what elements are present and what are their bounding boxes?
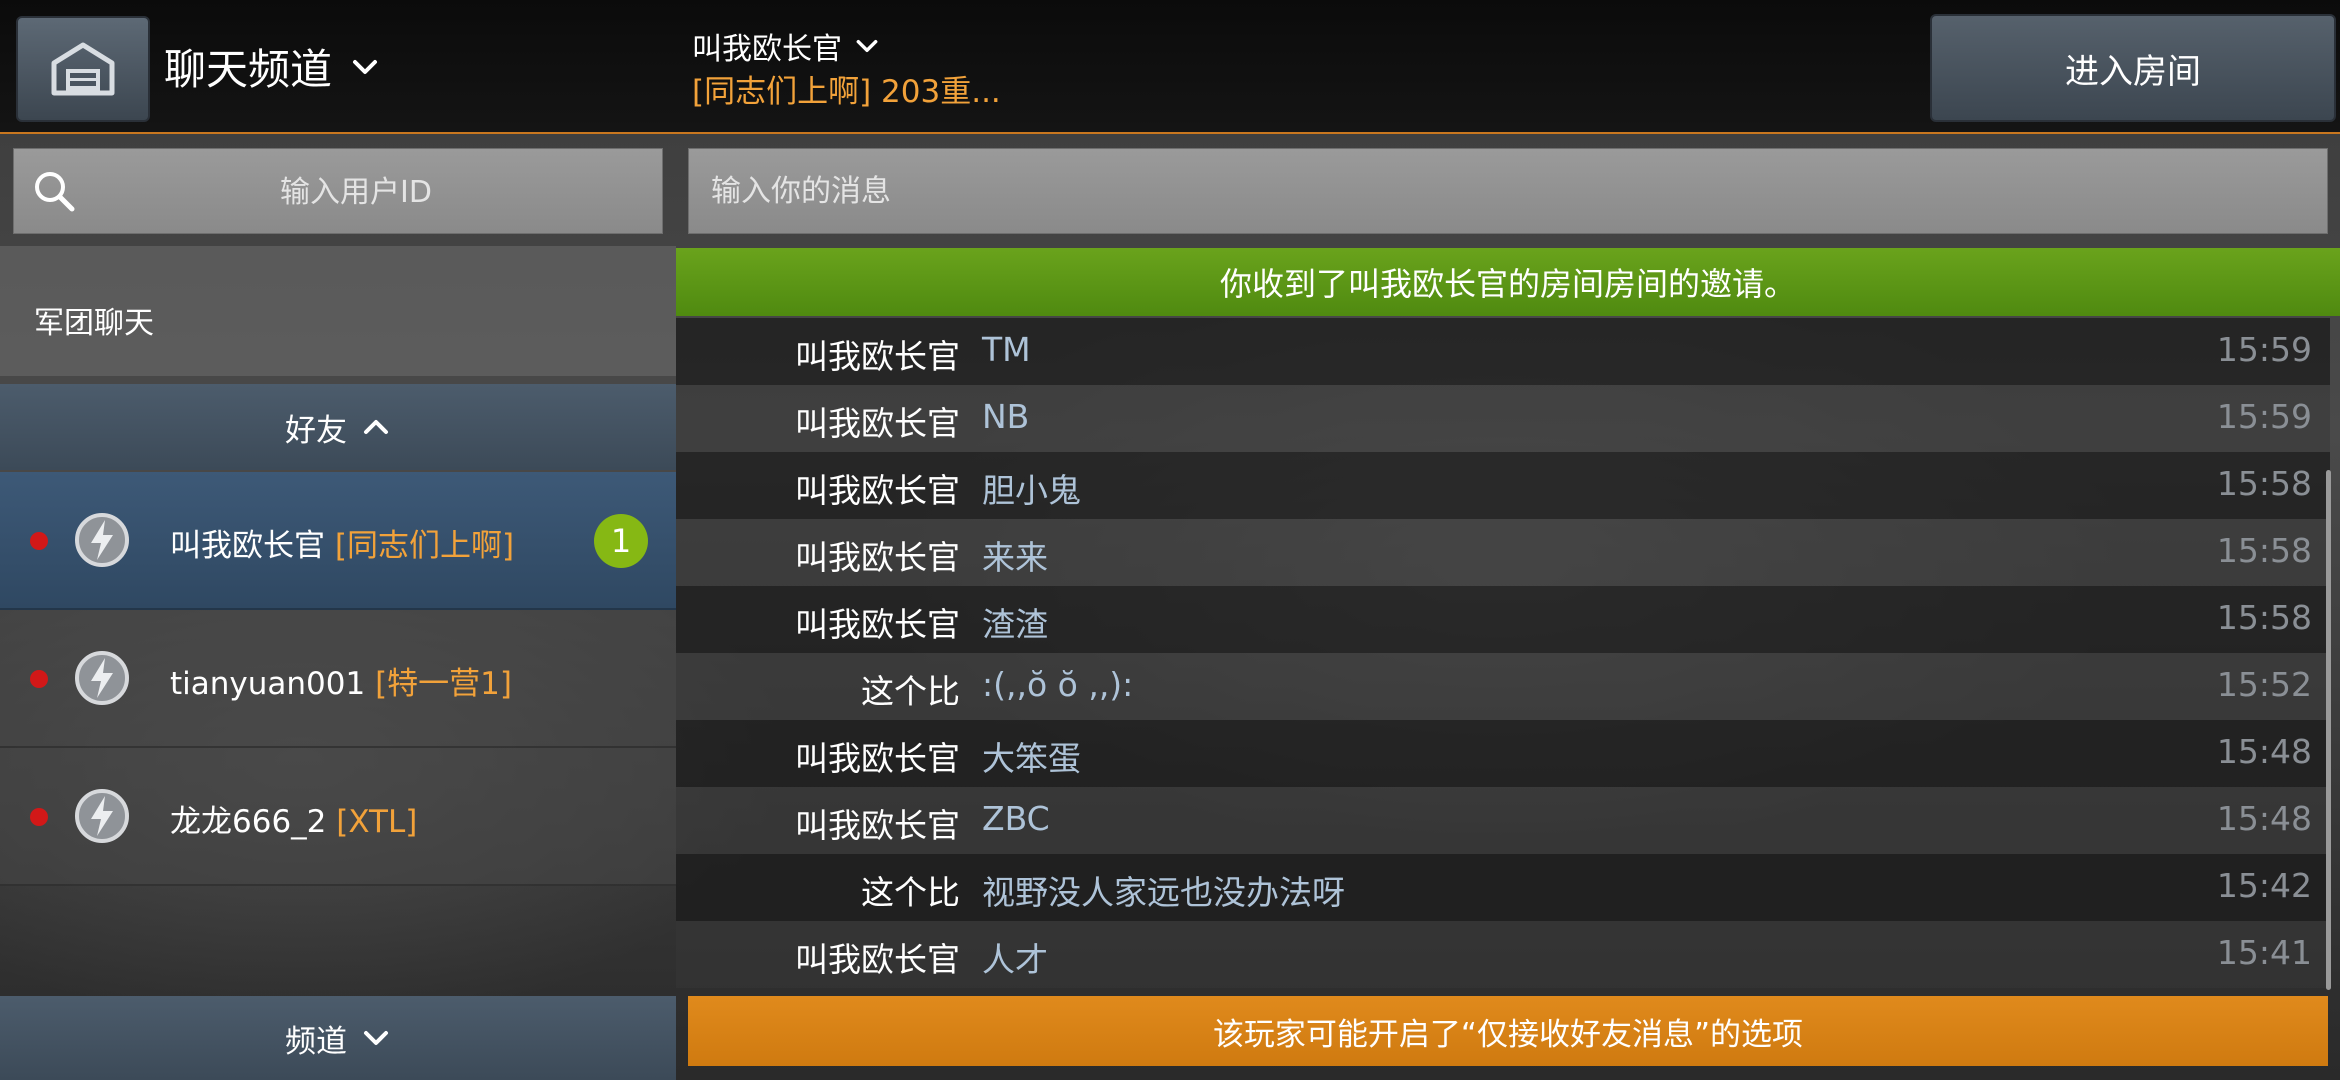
friends-label: 好友	[285, 412, 347, 449]
message-sender[interactable]: 叫我欧长官	[795, 799, 960, 847]
message-time: 15:58	[2216, 531, 2312, 570]
message-time: 15:48	[2216, 732, 2312, 771]
friend-name-line: 龙龙666_2 [XTL]	[170, 796, 417, 841]
message-text: 来来	[982, 538, 1048, 577]
message-list[interactable]: 叫我欧长官 TM 15:59 叫我欧长官 NB 15:59 叫我欧长官 胆小鬼 …	[676, 318, 2330, 994]
message-sender[interactable]: 叫我欧长官	[795, 933, 960, 981]
message-sender[interactable]: 叫我欧长官	[795, 531, 960, 579]
channel-selector[interactable]: 聊天频道	[164, 36, 380, 97]
warning-banner: 该玩家可能开启了“仅接收好友消息”的选项	[688, 996, 2328, 1066]
enter-room-button[interactable]: 进入房间	[1930, 14, 2336, 122]
message-row: 叫我欧长官 NB 15:59	[676, 385, 2330, 452]
user-search[interactable]	[13, 148, 663, 235]
message-text: :(,,ŏ ŏ ,,):	[982, 665, 1134, 704]
friend-clan-tag: [XTL]	[336, 804, 418, 840]
message-sender[interactable]: 叫我欧长官	[795, 598, 960, 646]
message-time: 15:58	[2216, 464, 2312, 503]
lightning-avatar-icon	[75, 513, 129, 567]
message-time: 15:48	[2216, 799, 2312, 838]
room-name: 叫我欧长官	[692, 32, 842, 67]
user-id-input[interactable]	[94, 149, 618, 235]
message-row: 叫我欧长官 大笨蛋 15:48	[676, 720, 2330, 787]
friend-name-line: tianyuan001 [特一营1]	[170, 658, 512, 703]
chevron-up-icon	[364, 420, 388, 434]
message-text: TM	[982, 330, 1031, 369]
legion-chat-label: 军团聊天	[34, 306, 154, 341]
message-sender[interactable]: 叫我欧长官	[795, 464, 960, 512]
message-row: 这个比 :(,,ŏ ŏ ,,): 15:52	[676, 653, 2330, 720]
message-time: 15:59	[2216, 330, 2312, 369]
channels-section-toggle[interactable]: 频道	[0, 996, 676, 1080]
offline-status-dot	[30, 808, 48, 826]
message-row: 这个比 视野没人家远也没办法呀 15:42	[676, 854, 2330, 921]
friend-name: 龙龙666_2	[170, 804, 327, 840]
friend-item[interactable]: tianyuan001 [特一营1]	[0, 610, 676, 748]
message-time: 15:41	[2216, 933, 2312, 972]
offline-status-dot	[30, 532, 48, 550]
top-bar: 聊天频道 叫我欧长官 [同志们上啊] 203重... 进入房间	[0, 0, 2340, 134]
chevron-down-icon	[856, 39, 878, 53]
message-sender[interactable]: 叫我欧长官	[795, 330, 960, 378]
message-input[interactable]	[689, 149, 2327, 233]
message-scrollbar[interactable]	[2326, 470, 2331, 990]
chevron-down-icon	[353, 59, 378, 74]
message-row: 叫我欧长官 胆小鬼 15:58	[676, 452, 2330, 519]
message-sender[interactable]: 叫我欧长官	[795, 397, 960, 445]
channels-label: 频道	[285, 1023, 347, 1060]
message-row: 叫我欧长官 渣渣 15:58	[676, 586, 2330, 653]
message-input-box[interactable]	[688, 148, 2328, 234]
message-time: 15:42	[2216, 866, 2312, 905]
message-time: 15:58	[2216, 598, 2312, 637]
channel-title: 聊天频道	[164, 45, 333, 94]
message-row: 叫我欧长官 ZBC 15:48	[676, 787, 2330, 854]
home-button[interactable]	[16, 16, 150, 122]
message-row: 叫我欧长官 人才 15:41	[676, 921, 2330, 988]
offline-status-dot	[30, 670, 48, 688]
room-invite-banner[interactable]: 你收到了叫我欧长官的房间房间的邀请。	[676, 248, 2340, 316]
chevron-down-icon	[364, 1031, 388, 1045]
friend-name: tianyuan001	[170, 666, 366, 702]
message-text: 渣渣	[982, 605, 1048, 644]
room-subtitle: [同志们上啊] 203重...	[692, 74, 1001, 110]
message-sender[interactable]: 叫我欧长官	[795, 732, 960, 780]
friend-item[interactable]: 叫我欧长官 [同志们上啊] 1	[0, 472, 676, 610]
message-row: 叫我欧长官 来来 15:58	[676, 519, 2330, 586]
lightning-avatar-icon	[75, 789, 129, 843]
message-sender[interactable]: 这个比	[861, 866, 960, 914]
message-text: 胆小鬼	[982, 471, 1081, 510]
message-time: 15:59	[2216, 397, 2312, 436]
message-text: 大笨蛋	[982, 739, 1081, 778]
message-text: NB	[982, 397, 1030, 436]
message-sender[interactable]: 这个比	[861, 665, 960, 713]
message-time: 15:52	[2216, 665, 2312, 704]
friend-name-line: 叫我欧长官 [同志们上啊]	[170, 520, 514, 565]
home-icon	[51, 42, 115, 96]
unread-badge: 1	[594, 514, 648, 568]
friend-clan-tag: [同志们上啊]	[334, 528, 515, 564]
lightning-avatar-icon	[75, 651, 129, 705]
message-text: 视野没人家远也没办法呀	[982, 873, 1345, 912]
friend-item[interactable]: 龙龙666_2 [XTL]	[0, 748, 676, 886]
room-selector[interactable]: 叫我欧长官	[692, 24, 880, 68]
warning-notice-text: 该玩家可能开启了“仅接收好友消息”的选项	[1212, 1016, 1804, 1053]
friend-name: 叫我欧长官	[170, 528, 325, 564]
sidebar: 军团聊天 好友 叫我欧长官 [同志们上啊] 1 tianyuan001 [特一营…	[0, 134, 676, 1080]
friends-section-toggle[interactable]: 好友	[0, 384, 676, 470]
message-text: ZBC	[982, 799, 1050, 838]
friend-clan-tag: [特一营1]	[375, 666, 512, 702]
invite-notice-text: 你收到了叫我欧长官的房间房间的邀请。	[1219, 265, 1796, 303]
message-text: 人才	[982, 940, 1048, 979]
message-row: 叫我欧长官 TM 15:59	[676, 318, 2330, 385]
legion-chat-item[interactable]: 军团聊天	[0, 246, 676, 376]
search-icon	[35, 172, 75, 212]
